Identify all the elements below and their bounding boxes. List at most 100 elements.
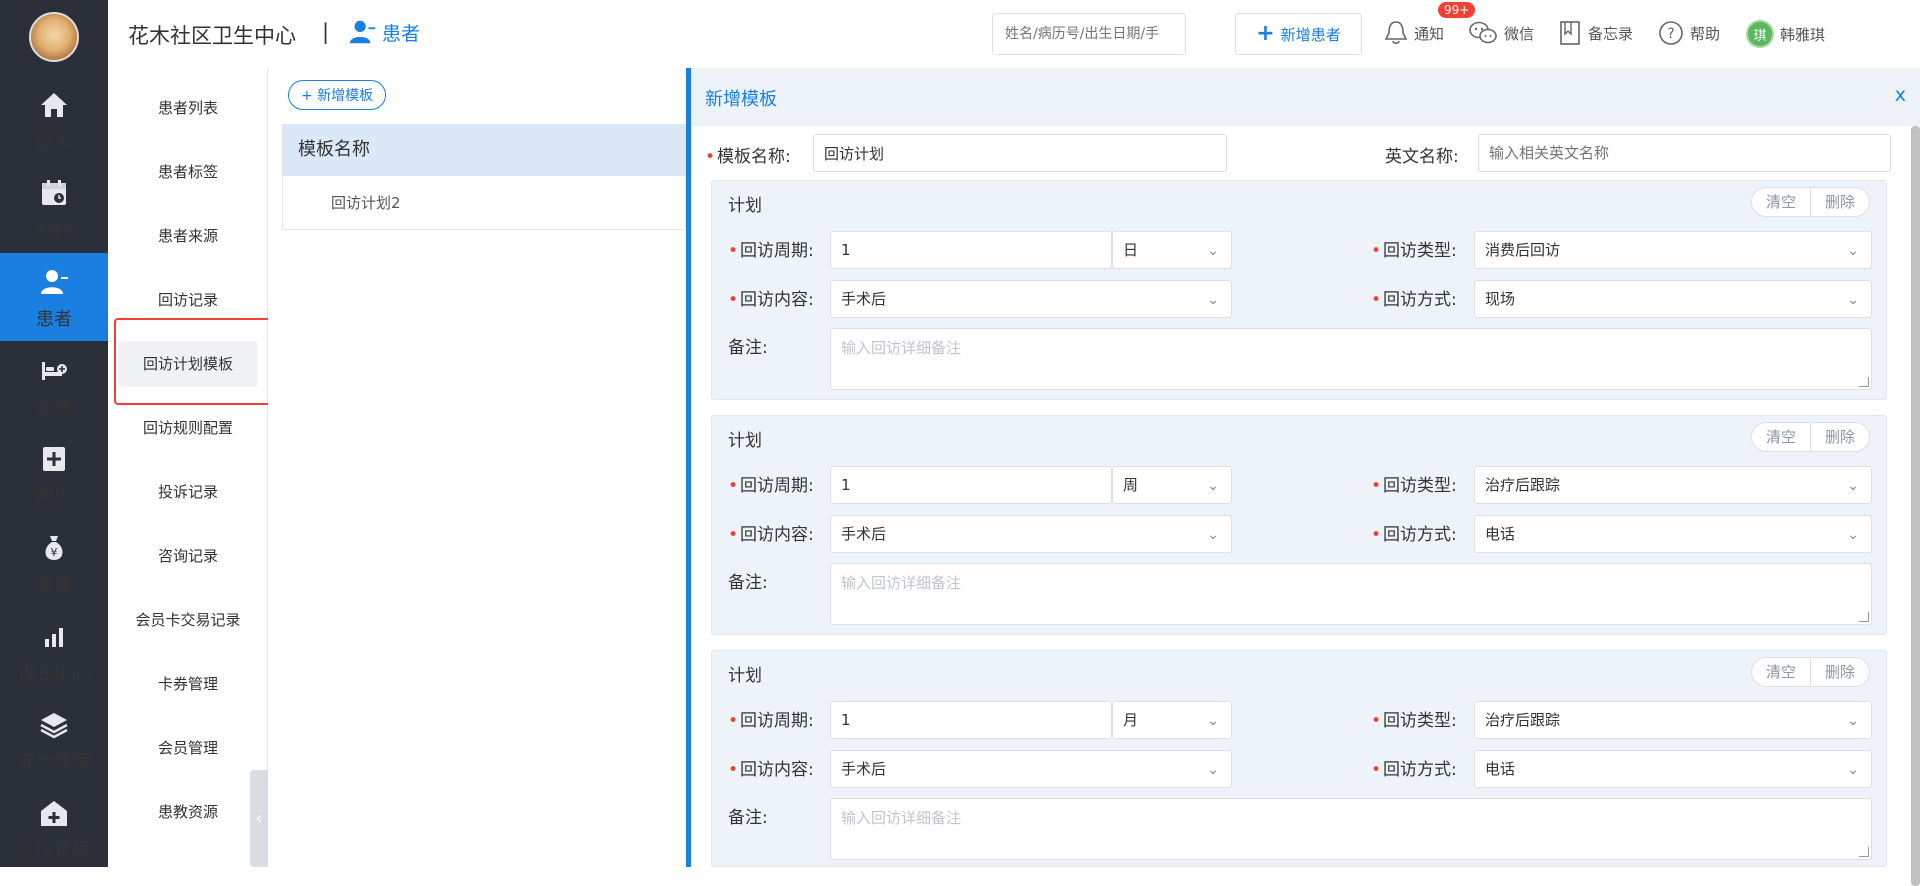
main-nav: 首页 预约 患者 住院 病历 ¥ 收费 报表中心 库存管理 诊所管理 <box>0 0 108 867</box>
note-textarea[interactable]: 输入回访详细备注 <box>830 328 1872 390</box>
label-text: 回访类型: <box>1383 711 1457 731</box>
note-textarea[interactable]: 输入回访详细备注 <box>830 563 1872 625</box>
form-title-bar: 新增模板 x <box>691 68 1920 126</box>
bell-icon <box>1384 21 1408 45</box>
nav-item-patient[interactable]: 患者 <box>0 253 108 341</box>
help-button[interactable]: ? 帮助 <box>1658 20 1720 46</box>
clear-button[interactable]: 清空 <box>1752 423 1810 451</box>
resize-handle[interactable] <box>1859 377 1869 387</box>
type-select[interactable]: 治疗后跟踪 ⌄ <box>1474 701 1872 739</box>
period-unit-select[interactable]: 周 ⌄ <box>1112 466 1232 504</box>
template-list-panel: + 新增模板 模板名称 回访计划2 <box>268 68 686 867</box>
plan-title: 计划 <box>728 431 762 451</box>
note-textarea[interactable]: 输入回访详细备注 <box>830 798 1872 860</box>
nav-item-records[interactable]: 病历 <box>0 430 108 518</box>
label-text: 模板名称: <box>717 147 791 167</box>
label-text: 回访内容: <box>740 525 814 545</box>
content-select[interactable]: 手术后 ⌄ <box>830 280 1232 318</box>
period-input[interactable] <box>830 466 1112 504</box>
required-mark: • <box>1371 476 1382 496</box>
template-row[interactable]: 回访计划2 <box>282 176 686 230</box>
submenu-item[interactable]: 患者来源 <box>118 213 258 259</box>
label-text: 回访周期: <box>740 476 814 496</box>
english-name-input[interactable] <box>1478 134 1891 172</box>
template-name-input[interactable] <box>813 134 1227 172</box>
content-select[interactable]: 手术后 ⌄ <box>830 750 1232 788</box>
type-select[interactable]: 消费后回访 ⌄ <box>1474 231 1872 269</box>
nav-item-reports[interactable]: 报表中心 <box>0 608 108 696</box>
select-value: 月 <box>1123 711 1139 729</box>
period-unit-select[interactable]: 月 ⌄ <box>1112 701 1232 739</box>
period-input[interactable] <box>830 701 1112 739</box>
nav-label: 报表中心 <box>18 664 90 685</box>
submenu-item[interactable]: 会员卡交易记录 <box>118 597 258 643</box>
period-unit-select[interactable]: 日 ⌄ <box>1112 231 1232 269</box>
nav-item-inventory[interactable]: 库存管理 <box>0 696 108 784</box>
wechat-icon <box>1469 21 1497 44</box>
user-menu[interactable]: 琪 韩雅琪 <box>1746 20 1825 48</box>
required-mark: • <box>728 241 739 261</box>
label-text: 回访方式: <box>1383 525 1457 545</box>
label-text: 回访周期: <box>740 241 814 261</box>
type-label: • 回访类型: <box>1371 471 1457 496</box>
nav-item-inpatient[interactable]: 住院 <box>0 342 108 430</box>
resize-handle[interactable] <box>1859 847 1869 857</box>
delete-button[interactable]: 删除 <box>1809 188 1869 216</box>
nav-item-clinic[interactable]: 诊所管理 <box>0 785 108 873</box>
scrollbar[interactable] <box>1911 126 1920 886</box>
clear-button[interactable]: 清空 <box>1752 658 1810 686</box>
type-select[interactable]: 治疗后跟踪 ⌄ <box>1474 466 1872 504</box>
method-select[interactable]: 现场 ⌄ <box>1474 280 1872 318</box>
delete-button[interactable]: 删除 <box>1809 658 1869 686</box>
notify-button[interactable]: 通知 <box>1384 20 1444 46</box>
nav-label: 收费 <box>36 575 72 596</box>
submenu-item[interactable]: 回访记录 <box>118 277 258 323</box>
new-patient-button[interactable]: + 新增患者 <box>1235 13 1362 55</box>
required-mark: • <box>728 760 739 780</box>
method-select[interactable]: 电话 ⌄ <box>1474 515 1872 553</box>
note-placeholder: 输入回访详细备注 <box>841 809 962 827</box>
chevron-down-icon: ⌄ <box>1207 713 1219 729</box>
chevron-down-icon: ⌄ <box>1207 527 1219 543</box>
top-header: 花木社区卫生中心 | 患者 + 新增患者 通知 99+ 微信 备忘录 ? 帮助 … <box>108 0 1920 68</box>
delete-button[interactable]: 删除 <box>1809 423 1869 451</box>
collapse-handle[interactable]: ‹ <box>250 770 268 867</box>
submenu-item[interactable]: 卡券管理 <box>118 661 258 707</box>
submenu-item[interactable]: 咨询记录 <box>118 533 258 579</box>
content-label: • 回访内容: <box>728 520 814 545</box>
clinic-logo[interactable] <box>29 12 79 62</box>
nav-item-billing[interactable]: ¥ 收费 <box>0 519 108 607</box>
nav-item-appointment[interactable]: 预约 <box>0 164 108 252</box>
submenu-item[interactable]: 回访规则配置 <box>118 405 258 451</box>
nav-label: 库存管理 <box>18 752 90 773</box>
search-input[interactable] <box>992 13 1186 55</box>
period-label: • 回访周期: <box>728 471 814 496</box>
content-label: • 回访内容: <box>728 285 814 310</box>
submenu-item[interactable]: 会员管理 <box>118 725 258 771</box>
submenu-item[interactable]: 患者列表 <box>118 85 258 131</box>
content-select[interactable]: 手术后 ⌄ <box>830 515 1232 553</box>
submenu-item[interactable]: 患教资源 <box>118 789 258 835</box>
add-template-button[interactable]: + 新增模板 <box>288 80 387 110</box>
resize-handle[interactable] <box>1859 612 1869 622</box>
help-icon: ? <box>1659 21 1683 45</box>
required-mark: • <box>1371 760 1382 780</box>
submenu-item[interactable]: 患者标签 <box>118 149 258 195</box>
label-text: 回访方式: <box>1383 760 1457 780</box>
memo-label: 备忘录 <box>1588 24 1634 43</box>
template-name-label: • 模板名称: <box>705 142 791 167</box>
wechat-button[interactable]: 微信 <box>1468 20 1534 46</box>
method-select[interactable]: 电话 ⌄ <box>1474 750 1872 788</box>
close-button[interactable]: x <box>1895 84 1906 106</box>
period-label: • 回访周期: <box>728 236 814 261</box>
note-placeholder: 输入回访详细备注 <box>841 339 962 357</box>
wechat-label: 微信 <box>1504 24 1535 43</box>
note-label: 备注: <box>728 808 768 828</box>
submenu-item[interactable]: 投诉记录 <box>118 469 258 515</box>
memo-button[interactable]: 备忘录 <box>1558 20 1633 46</box>
nav-item-home[interactable]: 首页 <box>0 76 108 164</box>
clinic-name: 花木社区卫生中心 <box>128 24 296 48</box>
clear-button[interactable]: 清空 <box>1752 188 1810 216</box>
period-input[interactable] <box>830 231 1112 269</box>
notify-badge: 99+ <box>1438 2 1476 18</box>
